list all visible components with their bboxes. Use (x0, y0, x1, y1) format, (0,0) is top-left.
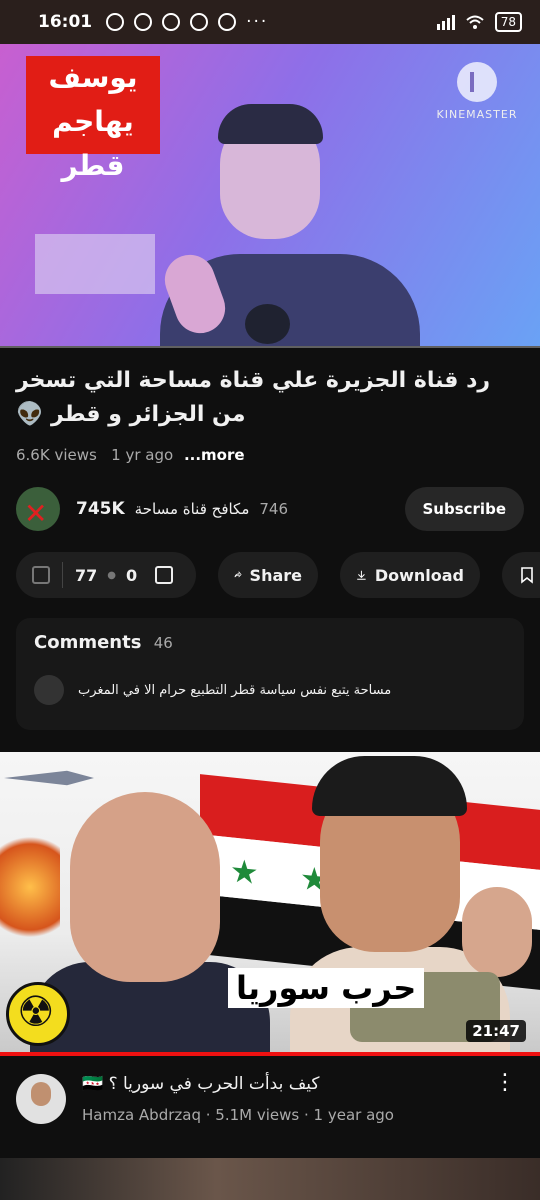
channel-row: ✕ 745K مكافح قناة مساحة 746 Subscribe (16, 486, 524, 532)
video-duration: 21:47 (466, 1020, 526, 1042)
kinemaster-logo-icon (457, 62, 497, 102)
like-count: 77 (75, 565, 98, 585)
like-icon[interactable] (32, 566, 50, 584)
video-age: 1 yr ago (111, 446, 174, 464)
video-progress-bar[interactable] (0, 346, 540, 348)
jet-image (4, 770, 94, 786)
status-notification-icons (106, 13, 237, 31)
next-video-age: 1 year ago (313, 1106, 394, 1124)
channel-subscriber-count: 745K (76, 499, 125, 519)
status-more-dots: ··· (246, 12, 269, 32)
facebook-icon (218, 13, 237, 31)
video-title: رد قناة الجزيرة علي قناة مساحة التي تسخر… (16, 368, 491, 427)
subscribe-button[interactable]: Subscribe (404, 487, 524, 531)
like-divider (62, 562, 63, 588)
youtube-icon (162, 13, 181, 31)
dislike-icon[interactable] (155, 566, 174, 584)
next-video-views: 5.1M views (215, 1106, 300, 1124)
explosion-image (0, 822, 60, 952)
more-options-icon[interactable]: ⋮ (494, 1072, 516, 1094)
signal-icon (436, 14, 455, 30)
video-frame-person (157, 104, 460, 346)
radiation-icon (6, 982, 70, 1046)
kinemaster-watermark: KINEMASTER (432, 62, 522, 121)
next-video-channel: Hamza Abdrzaq (82, 1106, 201, 1124)
thumbnail-caption: حرب سوريا (228, 968, 425, 1008)
following-video-thumbnail[interactable] (0, 1158, 540, 1200)
bookmark-icon (521, 567, 533, 584)
download-button[interactable]: Download (340, 552, 480, 598)
channel-count: 746 (259, 500, 289, 518)
top-comment[interactable]: مساحة يتبع نفس سياسة قطر التطبيع حرام ال… (34, 675, 506, 705)
cross-icon: ✕ (24, 497, 48, 530)
video-views: 6.6K views (16, 446, 97, 464)
dislike-count: 0 (126, 565, 138, 585)
comment-text: مساحة يتبع نفس سياسة قطر التطبيع حرام ال… (78, 682, 392, 698)
headset-icon (134, 13, 153, 31)
background-shelf (35, 234, 155, 294)
next-video-channel-avatar[interactable] (16, 1074, 66, 1124)
comments-label: Comments (34, 632, 142, 653)
battery-indicator: 78 (494, 12, 522, 32)
channel-name[interactable]: مكافح قناة مساحة (135, 500, 250, 518)
comment-avatar (34, 675, 64, 705)
next-video-info[interactable]: كيف بدأت الحرب في سوريا ؟ 🇸🇾 Hamza Abdrz… (16, 1072, 524, 1132)
share-icon (234, 571, 242, 578)
comments-header: Comments 46 (34, 632, 506, 653)
more-link[interactable]: ...more (184, 446, 245, 464)
wifi-icon (466, 15, 484, 29)
video-overlay-caption: يوسف يهاجم قطر (26, 56, 160, 182)
save-button[interactable] (502, 552, 540, 598)
watched-progress-bar (0, 1052, 540, 1056)
next-video-meta: Hamza Abdrzaq · 5.1M views · 1 year ago (82, 1106, 394, 1124)
download-icon (357, 570, 366, 580)
share-button[interactable]: Share (218, 552, 318, 598)
person-center-hair (312, 756, 467, 816)
skull-icon (190, 13, 209, 31)
status-bar: 16:01 ··· 78 (0, 0, 540, 44)
action-bar: 77 ● 0 Share Download (16, 552, 540, 598)
video-player[interactable]: يوسف يهاجم قطر KINEMASTER (0, 44, 540, 346)
status-time: 16:01 (38, 12, 93, 32)
person-right-face (462, 887, 532, 977)
next-video-thumbnail[interactable]: ★★ حرب سوريا 21:47 (0, 752, 540, 1054)
comments-section[interactable]: Comments 46 مساحة يتبع نفس سياسة قطر الت… (16, 618, 524, 730)
person-left-face (70, 792, 220, 982)
alarm-icon (106, 13, 125, 31)
share-label: Share (249, 565, 302, 585)
status-right: 78 (436, 12, 522, 32)
video-meta: 6.6K views 1 yr ago ...more (16, 446, 245, 464)
channel-avatar[interactable]: ✕ (16, 487, 60, 531)
like-dislike-pill: 77 ● 0 (16, 552, 196, 598)
next-video-title[interactable]: كيف بدأت الحرب في سوريا ؟ 🇸🇾 (82, 1074, 320, 1094)
comments-count: 46 (153, 634, 173, 652)
download-label: Download (374, 565, 464, 585)
